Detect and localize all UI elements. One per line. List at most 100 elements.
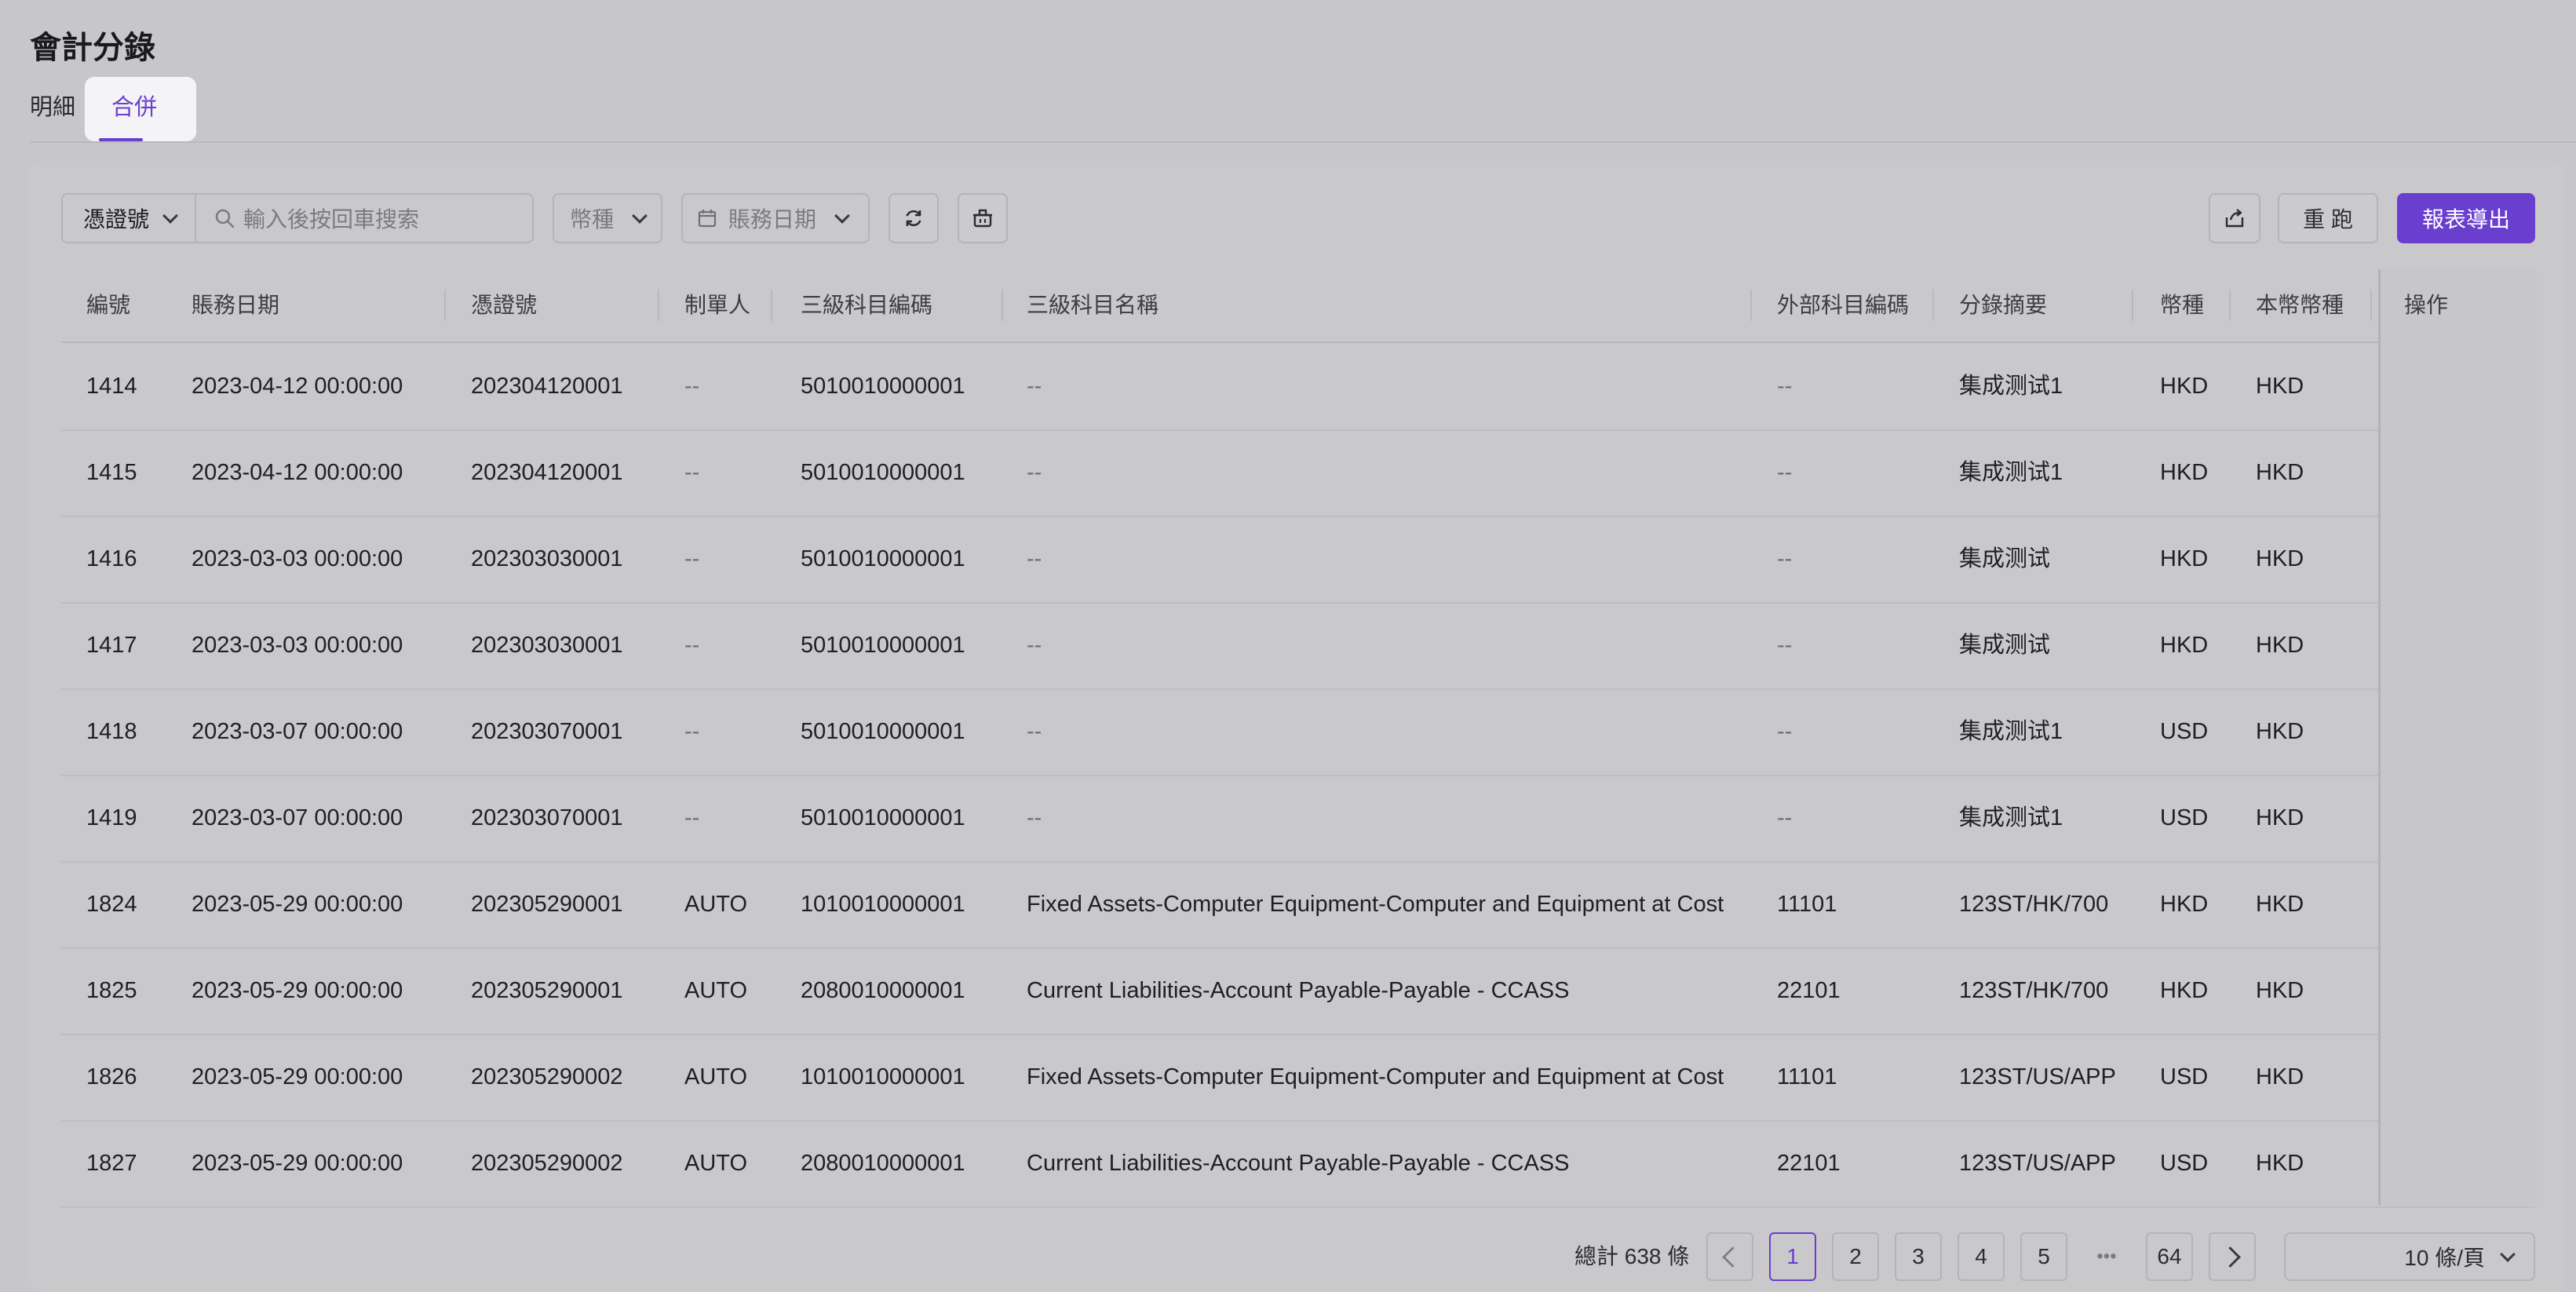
cell-preparer: AUTO: [684, 892, 748, 917]
page-size-select[interactable]: 10 條/頁: [2284, 1232, 2535, 1281]
table-row[interactable]: 1824 2023-05-29 00:00:00 202305290001 AUTO 1…: [61, 861, 2535, 949]
cell-voucher-no: 202305290002: [471, 1064, 623, 1089]
pagination-prev-button[interactable]: [1706, 1232, 1753, 1281]
cell-id: 1827: [86, 1151, 137, 1176]
cell-voucher-no: 202303030001: [471, 546, 623, 571]
clear-button[interactable]: [958, 193, 1008, 243]
export-icon-button[interactable]: [2209, 193, 2260, 243]
cell-account-name: --: [1027, 374, 1042, 399]
cell-summary: 集成测试1: [1959, 460, 2063, 485]
refresh-icon: [906, 210, 921, 227]
date-picker[interactable]: 賬務日期: [681, 193, 870, 243]
cell-base-currency: HKD: [2256, 633, 2304, 658]
table-row[interactable]: 1826 2023-05-29 00:00:00 202305290002 AUTO 1…: [61, 1034, 2535, 1122]
cell-account-name: --: [1027, 546, 1042, 571]
cell-base-currency: HKD: [2256, 1151, 2304, 1176]
cell-preparer: AUTO: [684, 1151, 748, 1176]
column-divider[interactable]: [444, 290, 446, 321]
currency-placeholder: 幣種: [570, 207, 615, 232]
cell-currency: HKD: [2160, 978, 2209, 1003]
voucher-field-select[interactable]: 憑證號: [61, 193, 196, 243]
cell-id: 1825: [86, 978, 137, 1003]
column-header-summary: 分錄摘要: [1959, 293, 2048, 317]
tab-merge-label: 合併: [111, 95, 157, 120]
cell-account-name: --: [1027, 633, 1042, 658]
cell-id: 1419: [86, 805, 137, 830]
tab-detail[interactable]: 明細: [30, 77, 93, 141]
cell-id: 1824: [86, 892, 137, 917]
cell-external-code: 11101: [1777, 1064, 1837, 1089]
column-divider[interactable]: [771, 290, 772, 321]
rerun-button[interactable]: 重 跑: [2278, 193, 2378, 243]
refresh-button[interactable]: [888, 193, 939, 243]
pagination-page-5[interactable]: 5: [2020, 1232, 2067, 1281]
pagination-page-last[interactable]: 64: [2146, 1232, 2193, 1281]
cell-external-code: 22101: [1777, 978, 1841, 1003]
cell-account-code: 5010010000001: [801, 719, 965, 744]
search-input[interactable]: 輸入後按回車搜索: [195, 193, 534, 243]
cell-preparer: --: [684, 546, 700, 571]
cell-id: 1418: [86, 719, 137, 744]
table-row[interactable]: 1825 2023-05-29 00:00:00 202305290001 AUTO 2…: [61, 947, 2535, 1035]
basket-icon: [973, 209, 992, 228]
cell-external-code: --: [1777, 546, 1793, 571]
table-row[interactable]: 1417 2023-03-03 00:00:00 202303030001 -- 501…: [61, 602, 2535, 690]
cell-account-code: 2080010000001: [801, 1151, 965, 1176]
cell-currency: HKD: [2160, 374, 2209, 399]
cell-voucher-no: 202303030001: [471, 633, 623, 658]
column-divider[interactable]: [1932, 290, 1934, 321]
operations-column: 操作: [2378, 269, 2538, 1205]
table-row[interactable]: 1419 2023-03-07 00:00:00 202303070001 -- 501…: [61, 775, 2535, 863]
column-divider[interactable]: [1002, 290, 1003, 321]
table-row[interactable]: 1415 2023-04-12 00:00:00 202304120001 -- 501…: [61, 429, 2535, 517]
column-divider[interactable]: [2370, 290, 2372, 321]
table-row[interactable]: 1416 2023-03-03 00:00:00 202303030001 -- 501…: [61, 516, 2535, 604]
cell-posting-date: 2023-04-12 00:00:00: [192, 460, 403, 485]
cell-preparer: --: [684, 633, 700, 658]
chevron-right-icon: [2219, 1246, 2241, 1268]
pagination-page-3[interactable]: 3: [1895, 1232, 1942, 1281]
table-row[interactable]: 1418 2023-03-07 00:00:00 202303070001 -- 501…: [61, 688, 2535, 776]
cell-posting-date: 2023-03-07 00:00:00: [192, 805, 403, 830]
cell-summary: 123ST/HK/700: [1959, 978, 2109, 1003]
column-header-account-code: 三級科目編碼: [801, 293, 933, 317]
column-divider[interactable]: [2132, 290, 2133, 321]
table-header: 編號 賬務日期 憑證號 制單人 三級科目編碼 三級科目名稱 外部科目編碼 分錄摘要 幣種 本幣幣種…: [61, 269, 2535, 343]
export-icon: [2225, 209, 2244, 228]
table-row[interactable]: 1827 2023-05-29 00:00:00 202305290002 AUTO 2…: [61, 1120, 2535, 1208]
column-header-base-currency: 本幣幣種: [2256, 293, 2344, 317]
cell-voucher-no: 202305290001: [471, 892, 623, 917]
currency-select[interactable]: 幣種: [553, 193, 662, 243]
column-header-currency: 幣種: [2160, 293, 2205, 317]
cell-id: 1414: [86, 374, 137, 399]
cell-id: 1415: [86, 460, 137, 485]
cell-preparer: --: [684, 460, 700, 485]
tab-merge[interactable]: 合併: [85, 77, 196, 141]
cell-base-currency: HKD: [2256, 1064, 2304, 1089]
pagination-page-1[interactable]: 1: [1769, 1232, 1816, 1281]
search-placeholder: 輸入後按回車搜索: [243, 207, 420, 232]
pagination-ellipsis[interactable]: •••: [2083, 1232, 2130, 1281]
column-divider[interactable]: [658, 290, 659, 321]
cell-account-code: 5010010000001: [801, 460, 965, 485]
cell-preparer: --: [684, 374, 700, 399]
table-row[interactable]: 1414 2023-04-12 00:00:00 202304120001 -- 501…: [61, 343, 2535, 431]
cell-base-currency: HKD: [2256, 892, 2304, 917]
cell-summary: 集成测试: [1959, 633, 2051, 658]
column-divider[interactable]: [2229, 290, 2231, 321]
pagination-page-2[interactable]: 2: [1832, 1232, 1879, 1281]
column-header-posting-date: 賬務日期: [192, 293, 280, 317]
pagination-page-4[interactable]: 4: [1958, 1232, 2005, 1281]
cell-preparer: --: [684, 719, 700, 744]
cell-voucher-no: 202303070001: [471, 805, 623, 830]
pagination-next-button[interactable]: [2209, 1232, 2256, 1281]
export-report-button[interactable]: 報表導出: [2397, 193, 2535, 243]
cell-voucher-no: 202305290001: [471, 978, 623, 1003]
cell-id: 1417: [86, 633, 137, 658]
column-divider[interactable]: [1750, 290, 1752, 321]
cell-base-currency: HKD: [2256, 374, 2304, 399]
cell-currency: USD: [2160, 1151, 2209, 1176]
cell-summary: 集成测试1: [1959, 374, 2063, 399]
chevron-down-icon: [834, 208, 850, 224]
cell-summary: 集成测试1: [1959, 805, 2063, 830]
